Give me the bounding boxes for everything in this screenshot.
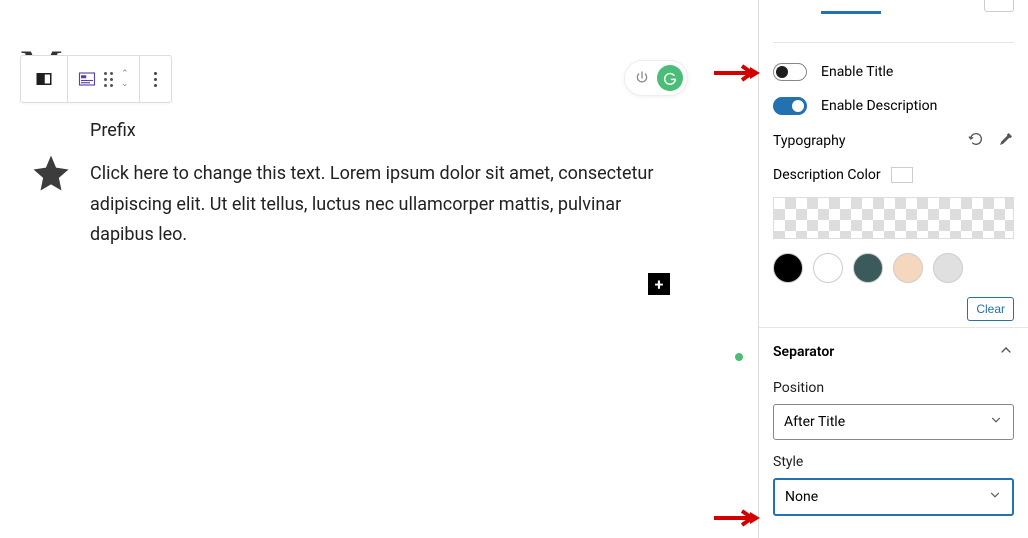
block-toolbar: ⌃⌄ [20, 55, 172, 103]
add-block-button[interactable]: + [648, 273, 670, 295]
enable-description-toggle[interactable] [773, 97, 807, 115]
typography-row: Typography [759, 123, 1028, 159]
typography-label: Typography [773, 133, 845, 149]
description-color-row: Description Color [759, 159, 1028, 191]
separator-title: Separator [773, 344, 834, 360]
swatch-2[interactable] [813, 253, 843, 283]
tab-indicator [821, 11, 881, 14]
reset-icon[interactable] [968, 131, 984, 151]
status-indicator [735, 353, 743, 361]
style-value: None [785, 489, 818, 505]
description-text[interactable]: Click here to change this text. Lorem ip… [90, 159, 688, 251]
enable-description-row: Enable Description [759, 89, 1028, 123]
toolbar-parent-button[interactable] [21, 56, 68, 102]
settings-icon[interactable] [998, 131, 1014, 151]
color-swatches [759, 245, 1028, 291]
color-indicator[interactable] [891, 167, 913, 183]
position-select[interactable]: After Title [773, 404, 1014, 440]
swatch-4[interactable] [893, 253, 923, 283]
block-settings-sidebar: Enable Title Enable Description Typograp… [758, 0, 1028, 538]
position-label: Position [759, 376, 1028, 400]
power-button[interactable] [629, 65, 655, 91]
toolbar-block-group: ⌃⌄ [68, 56, 140, 102]
style-select[interactable]: None [773, 478, 1014, 516]
annotation-arrow-2 [712, 508, 762, 528]
enable-title-label: Enable Title [821, 64, 893, 80]
enable-title-toggle[interactable] [773, 63, 807, 81]
enable-description-label: Enable Description [821, 98, 937, 114]
move-arrows[interactable]: ⌃⌄ [121, 70, 129, 89]
prefix-text[interactable]: Prefix [90, 120, 688, 141]
drag-handle-icon[interactable] [104, 72, 113, 87]
info-box-icon[interactable] [78, 70, 96, 88]
annotation-arrow-1 [712, 63, 762, 83]
clear-button[interactable]: Clear [967, 297, 1014, 321]
column-icon [35, 70, 53, 88]
position-value: After Title [784, 414, 845, 430]
swatch-1[interactable] [773, 253, 803, 283]
chevron-up-icon [998, 342, 1014, 362]
editor-canvas: M t ⌃⌄ [0, 0, 748, 538]
star-icon [30, 152, 72, 251]
enable-title-row: Enable Title [759, 55, 1028, 89]
dots-vertical-icon [154, 72, 157, 87]
separator-section-header[interactable]: Separator [759, 327, 1028, 376]
swatch-5[interactable] [933, 253, 963, 283]
toolbar-more-button[interactable] [140, 56, 171, 102]
chevron-down-icon [988, 488, 1002, 506]
style-label: Style [759, 450, 1028, 474]
description-color-label: Description Color [773, 167, 881, 183]
color-picker-area[interactable] [773, 197, 1014, 239]
sidebar-top-button[interactable] [984, 0, 1014, 12]
chevron-down-icon [989, 413, 1003, 431]
floating-actions [624, 60, 688, 96]
plus-icon: + [655, 275, 664, 294]
info-box-block[interactable]: Prefix Click here to change this text. L… [30, 120, 688, 251]
swatch-3[interactable] [853, 253, 883, 283]
grammarly-button[interactable] [657, 65, 683, 91]
